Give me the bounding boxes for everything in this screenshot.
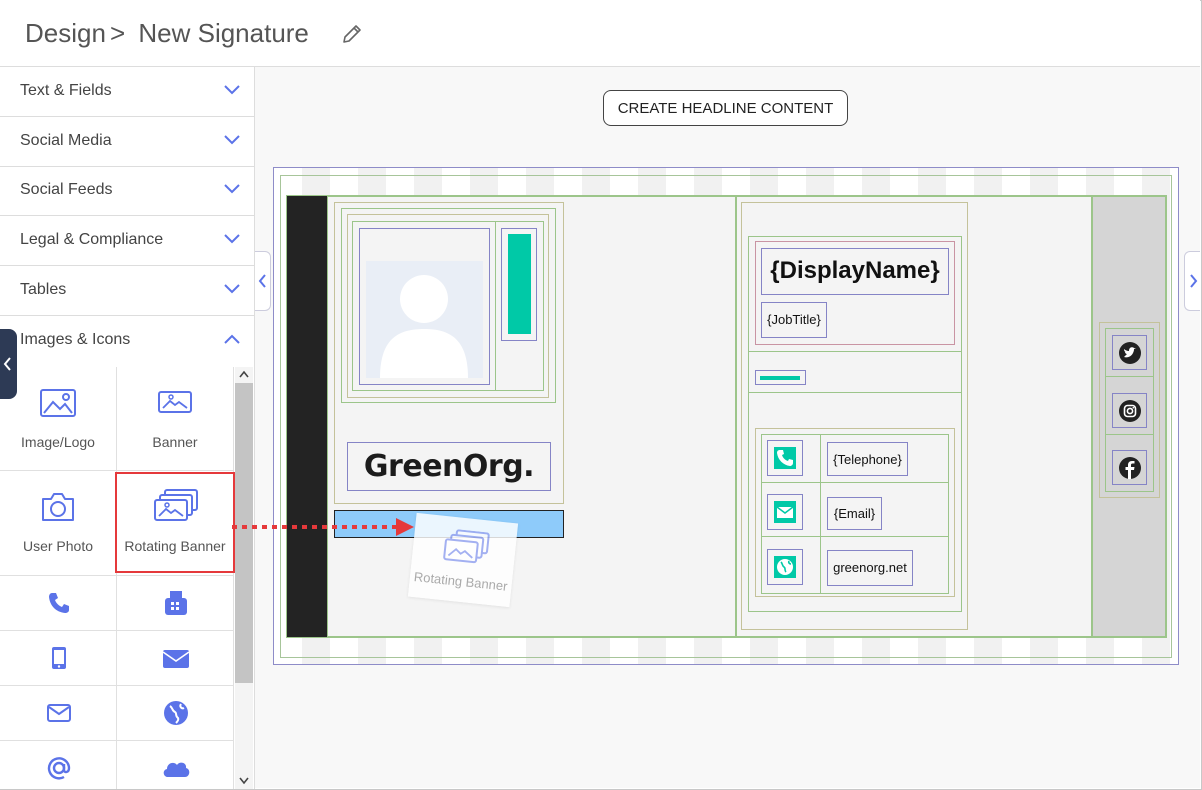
mobile-icon [52, 647, 66, 669]
phone-icon-bg [774, 447, 796, 469]
chevron-left-icon [3, 357, 11, 371]
signature-name: New Signature [138, 18, 309, 48]
user-avatar-icon [380, 275, 468, 378]
chevron-down-icon [224, 85, 240, 95]
tool-globe[interactable] [117, 686, 234, 741]
tool-label: User Photo [22, 538, 94, 554]
pencil-icon[interactable] [340, 22, 364, 46]
images-icons-grid: Image/Logo Banner User Photo Rotating Ba… [0, 367, 235, 789]
rotating-banner-icon [443, 529, 490, 564]
accordion-social-media[interactable]: Social Media [0, 117, 254, 167]
camera-icon [42, 493, 74, 521]
accordion-social-feeds[interactable]: Social Feeds [0, 166, 254, 216]
envelope-outline-icon [47, 704, 71, 722]
tool-banner[interactable]: Banner [117, 367, 234, 471]
accordion-label: Legal & Compliance [20, 231, 164, 248]
dark-column[interactable] [287, 196, 327, 637]
accordion-legal-compliance[interactable]: Legal & Compliance [0, 216, 254, 266]
envelope-filled-icon [162, 650, 190, 668]
instagram-icon-frame[interactable] [1112, 393, 1147, 428]
drag-arrow-icon [232, 518, 414, 536]
at-icon [47, 757, 71, 780]
chevron-left-icon [258, 274, 266, 288]
create-headline-button[interactable]: CREATE HEADLINE CONTENT [603, 90, 848, 126]
teal-divider [760, 376, 800, 380]
accordion-label: Social Media [20, 132, 112, 149]
drag-ghost-label: Rotating Banner [413, 569, 509, 594]
chevron-down-icon [224, 184, 240, 194]
accordion-text-fields[interactable]: Text & Fields [0, 67, 254, 117]
job-title-text: {JobTitle} [767, 312, 821, 327]
chevron-up-icon [224, 334, 240, 344]
instagram-icon [1119, 400, 1141, 422]
banner-icon [158, 391, 192, 413]
globe-icon [777, 559, 793, 575]
tool-label: Image/Logo [21, 434, 95, 450]
phone-icon [49, 593, 69, 613]
chevron-right-icon [1190, 274, 1198, 288]
rotating-banner-highlight [115, 472, 235, 573]
scroll-up-icon[interactable] [239, 370, 249, 378]
tool-mobile[interactable] [0, 631, 117, 686]
drag-ghost: Rotating Banner [407, 512, 519, 608]
tool-label: Banner [152, 434, 198, 450]
accordion-label: Text & Fields [20, 82, 112, 99]
accordion-label: Social Feeds [20, 181, 113, 198]
globe-icon [164, 701, 188, 725]
facebook-icon [1119, 457, 1141, 479]
sidebar: Text & Fields Social Media Social Feeds … [0, 67, 255, 789]
accordion-label: Tables [20, 281, 67, 298]
left-panel-handle[interactable] [255, 251, 271, 311]
email-text: {Email} [833, 506, 876, 521]
tool-at[interactable] [0, 741, 117, 789]
tool-image-logo[interactable]: Image/Logo [0, 367, 117, 471]
tool-envelope-filled[interactable] [117, 631, 234, 686]
tool-user-photo[interactable]: User Photo [0, 471, 117, 576]
accordion-tables[interactable]: Tables [0, 266, 254, 316]
page-header: Design > New Signature [0, 0, 1200, 67]
teal-accent-bar [508, 234, 531, 334]
fax-icon [165, 591, 187, 615]
sidebar-collapse-tab[interactable] [0, 329, 17, 399]
image-icon [40, 389, 76, 417]
tool-cloud[interactable] [117, 741, 234, 789]
display-name-text: {DisplayName} [770, 257, 940, 284]
page-title: Design > New Signature [25, 18, 309, 49]
envelope-icon [776, 506, 794, 518]
accordion-label: Images & Icons [20, 331, 131, 348]
user-photo-placeholder [366, 261, 483, 378]
breadcrumb-separator: > [109, 18, 126, 48]
twitter-icon-frame[interactable] [1112, 335, 1147, 370]
web-icon-bg [774, 556, 796, 578]
cloud-icon [163, 762, 190, 777]
telephone-text: {Telephone} [833, 452, 902, 467]
chevron-down-icon [224, 284, 240, 294]
chevron-down-icon [224, 135, 240, 145]
twitter-icon [1119, 342, 1141, 364]
chevron-down-icon [224, 234, 240, 244]
company-logo-text: GreenOrg. [363, 449, 535, 484]
tool-fax[interactable] [117, 576, 234, 631]
scroll-down-icon[interactable] [239, 777, 249, 785]
breadcrumb-design[interactable]: Design [25, 18, 106, 48]
accordion-images-icons[interactable]: Images & Icons [0, 316, 254, 365]
facebook-icon-frame[interactable] [1112, 450, 1147, 485]
tool-envelope-outline[interactable] [0, 686, 117, 741]
palette-scrollbar[interactable] [235, 367, 253, 789]
right-panel-handle[interactable] [1184, 251, 1200, 311]
email-icon-bg [774, 501, 796, 523]
tool-phone[interactable] [0, 576, 117, 631]
phone-icon [777, 450, 793, 466]
website-text: greenorg.net [833, 560, 907, 575]
